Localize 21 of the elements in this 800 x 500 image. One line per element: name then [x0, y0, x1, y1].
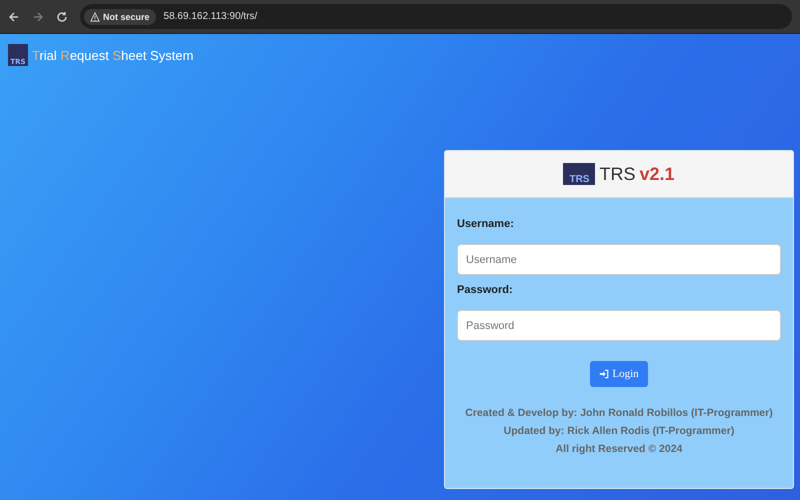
logo: TRS: [563, 163, 596, 185]
card-title: TRS: [599, 164, 636, 184]
credit-text: All right Reserved © 2024: [554, 443, 684, 455]
input-field[interactable]: Password: [457, 310, 781, 341]
credit-text: Updated by: Rick Allen Rodis (IT-Programmer): [502, 425, 736, 437]
version-label: v2.1: [639, 164, 675, 184]
credit-text: Created & Develop by: John Ronald Robillos (IT-Programmer): [464, 407, 774, 419]
input-field[interactable]: Username: [457, 244, 781, 275]
warning-icon: [90, 12, 100, 22]
back-icon[interactable]: [8, 10, 20, 22]
security-label: Not secure: [103, 12, 150, 22]
field-label: Password:: [457, 284, 514, 296]
login-button[interactable]: Login: [590, 361, 648, 387]
address-bar[interactable]: Not secure 58.69.162.113:90/trs/: [80, 4, 792, 29]
url-text: 58.69.162.113:90/trs/: [164, 11, 258, 22]
reload-icon[interactable]: [56, 10, 68, 22]
site-title: Trial Request Sheet System: [32, 48, 194, 62]
field-label: Username:: [457, 218, 515, 230]
forward-icon[interactable]: [32, 10, 44, 22]
security-chip[interactable]: Not secure: [84, 8, 156, 24]
sign-in-icon: [599, 369, 610, 379]
